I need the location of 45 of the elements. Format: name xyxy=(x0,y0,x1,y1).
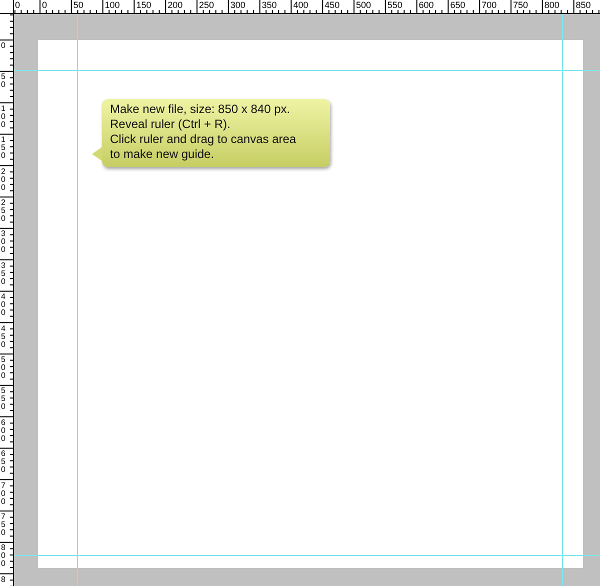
ruler-label: 650 xyxy=(450,0,466,10)
ruler-label: 0 xyxy=(42,0,48,10)
ruler-label: 600 xyxy=(418,0,435,10)
ruler-label: 450 xyxy=(324,0,341,10)
ruler-label: 350 xyxy=(262,0,278,10)
ruler-label: 50 xyxy=(1,73,6,90)
ruler-label: 200 xyxy=(1,168,6,192)
ruler-label: 150 xyxy=(136,0,152,10)
ruler-label: 100 xyxy=(1,104,6,129)
ruler-label: 750 xyxy=(513,0,530,10)
ruler-label: 550 xyxy=(1,387,6,412)
ruler-label: 400 xyxy=(1,293,6,318)
ruler-label: 50 xyxy=(73,0,84,10)
ruler-label: 0 xyxy=(15,0,22,10)
ruler-label: 150 xyxy=(1,136,6,160)
ruler-label: 800 xyxy=(544,0,560,10)
ruler-label: 450 xyxy=(1,324,6,349)
ruler-label: 800 xyxy=(1,544,6,568)
ruler-label: 200 xyxy=(168,0,184,10)
ruler-label: 300 xyxy=(1,230,6,254)
instruction-text: Make new file, size: 850 x 840 px. Reveal ruler (Ctrl + R). Click ruler and drag to canvas area to make new guide. xyxy=(110,102,298,162)
ruler-label: 0 xyxy=(1,42,6,50)
vertical-ruler[interactable]: 0 50 100 150 200 250 300 350 400 450 500 550 600 650 700 750 800 8 xyxy=(0,14,14,586)
ruler-corner[interactable] xyxy=(0,0,14,14)
ruler-label: 500 xyxy=(356,0,372,10)
ruler-label: 550 xyxy=(387,0,404,10)
guide-line[interactable] xyxy=(14,70,600,71)
ruler-label: 250 xyxy=(1,199,6,223)
guide-line[interactable] xyxy=(77,14,78,586)
ruler-label: 600 xyxy=(1,418,6,443)
guide-line[interactable] xyxy=(14,555,600,556)
ruler-label: 350 xyxy=(1,262,6,286)
ruler-label: 700 xyxy=(482,0,498,10)
ruler-label: 250 xyxy=(199,0,216,10)
ruler-label: 850 xyxy=(576,0,592,10)
ruler-label: 750 xyxy=(1,513,6,537)
ruler-label: 400 xyxy=(293,0,310,10)
ruler-label: 650 xyxy=(1,450,6,474)
ruler-label: 100 xyxy=(104,0,121,10)
ruler-label: 500 xyxy=(1,356,6,380)
ruler-label: 8 xyxy=(1,576,6,584)
horizontal-ruler[interactable]: 0 0 50 100 150 200 250 300 350 400 450 500 550 600 650 700 750 800 850 xyxy=(14,0,600,14)
ruler-label: 700 xyxy=(1,482,6,506)
guide-line[interactable] xyxy=(562,14,563,586)
ruler-label: 300 xyxy=(230,0,246,10)
